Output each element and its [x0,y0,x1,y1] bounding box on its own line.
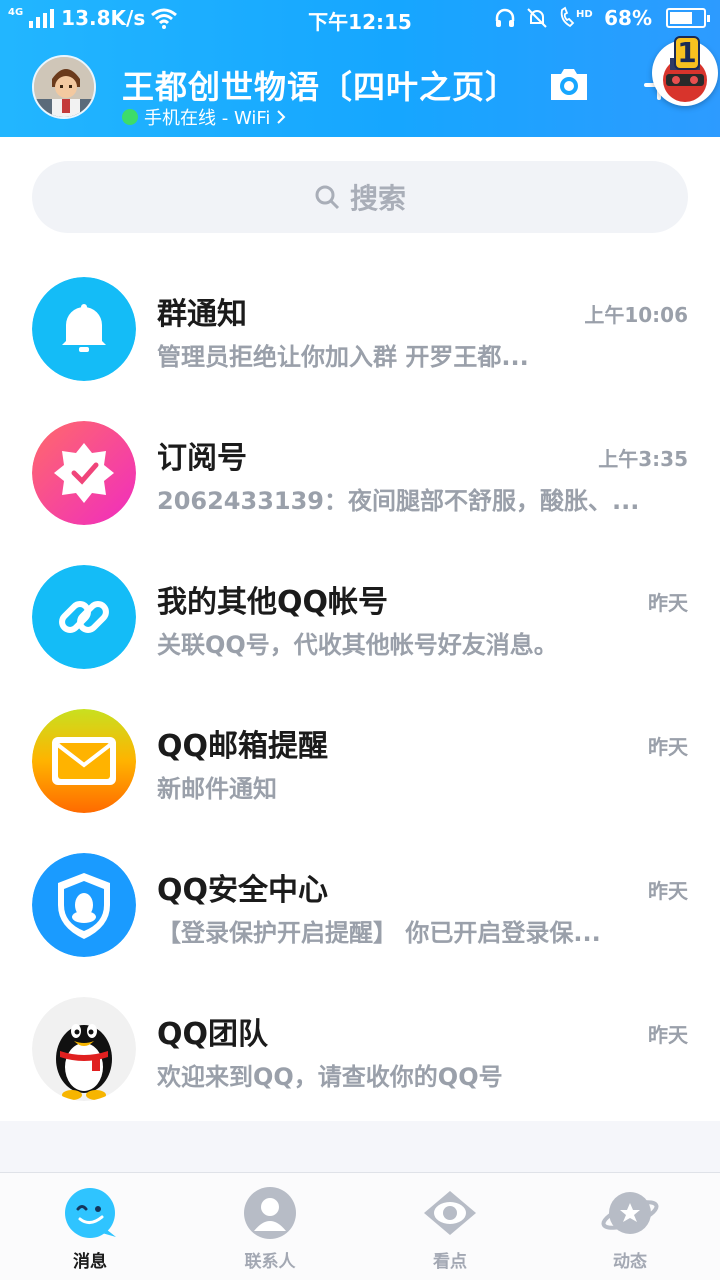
top-header: 4G 13.8K/s 下午12:15 HD 68% 王都创世物语〔四叶之页〕 手… [0,0,720,137]
tab-messages[interactable]: 消息 [30,1185,150,1272]
tab-label: 看点 [433,1252,467,1272]
game-badge-count: 1 [674,36,700,70]
penguin-icon [32,997,136,1101]
conversation-item-qq-team[interactable]: QQ团队 昨天 欢迎来到QQ，请查收你的QQ号 [0,997,720,1141]
conversation-preview: 【登录保护开启提醒】 你已开启登录保... [157,919,601,947]
conversation-item-group-notice[interactable]: 群通知 上午10:06 管理员拒绝让你加入群 开罗王都... [0,277,720,421]
tab-label: 联系人 [244,1252,296,1272]
conversation-preview: 管理员拒绝让你加入群 开罗王都... [157,343,529,371]
conversation-time: 昨天 [648,591,688,615]
profile-title-block[interactable]: 王都创世物语〔四叶之页〕 手机在线 - WiFi [122,62,519,129]
mail-icon [32,709,136,813]
conversation-item-security[interactable]: QQ安全中心 昨天 【登录保护开启提醒】 你已开启登录保... [0,853,720,997]
conversation-preview: 2062433139：夜间腿部不舒服，酸胀、... [157,487,640,515]
conversation-preview: 关联QQ号，代收其他帐号好友消息。 [157,631,558,659]
search-icon [315,185,340,210]
tab-contacts[interactable]: 联系人 [210,1185,330,1272]
message-icon [65,1188,116,1238]
conversation-time: 上午3:35 [598,447,688,471]
online-status[interactable]: 手机在线 - WiFi [122,104,286,130]
headset-icon [495,8,515,27]
battery-percent: 68% [604,6,652,30]
link-icon [32,565,136,669]
bottom-navigation: 消息 联系人 看点 动态 [0,1172,720,1280]
bell-icon [32,277,136,381]
conversation-preview: 欢迎来到QQ，请查收你的QQ号 [157,1063,503,1091]
conversation-preview: 新邮件通知 [157,775,277,803]
status-right: HD 68% [494,6,710,30]
online-status-label: 手机在线 - WiFi [144,108,271,129]
conversation-item-subscriptions[interactable]: 订阅号 上午3:35 2062433139：夜间腿部不舒服，酸胀、... [0,421,720,565]
conversation-item-other-accounts[interactable]: 我的其他QQ帐号 昨天 关联QQ号，代收其他帐号好友消息。 [0,565,720,709]
battery-icon [662,8,710,28]
conversation-time: 昨天 [648,1023,688,1047]
tab-label: 消息 [73,1252,107,1272]
search-placeholder: 搜索 [349,182,406,215]
conversation-item-mail[interactable]: QQ邮箱提醒 昨天 新邮件通知 [0,709,720,853]
online-dot-icon [122,109,138,125]
tab-discover[interactable]: 看点 [390,1185,510,1272]
conversation-name: QQ邮箱提醒 [157,729,329,764]
search-bar[interactable]: 搜索 [32,161,688,233]
avatar-image [34,57,94,117]
conversation-list: 群通知 上午10:06 管理员拒绝让你加入群 开罗王都... 订阅号 上午3:3… [0,277,720,1141]
conversation-name: 群通知 [157,297,247,332]
shield-icon [32,853,136,957]
conversation-name: 我的其他QQ帐号 [157,585,389,620]
conversation-name: QQ团队 [157,1017,269,1052]
planet-icon [601,1192,659,1234]
status-bar: 4G 13.8K/s 下午12:15 HD 68% [0,0,720,36]
contacts-icon [244,1187,296,1239]
eye-icon [424,1191,476,1235]
tab-feed[interactable]: 动态 [570,1185,690,1272]
user-avatar[interactable] [32,55,96,119]
conversation-time: 昨天 [648,879,688,903]
conversation-name: QQ安全中心 [157,873,329,908]
hd-label: HD [576,9,593,20]
subscription-badge-icon [32,421,136,525]
tab-label: 动态 [613,1252,647,1272]
page-title: 王都创世物语〔四叶之页〕 [122,68,519,106]
conversation-name: 订阅号 [157,441,247,476]
conversation-time: 上午10:06 [584,303,688,327]
chevron-right-icon [277,110,286,124]
message-list-area: 搜索 群通知 上午10:06 管理员拒绝让你加入群 开罗王都... 订阅号 上午… [0,137,720,1121]
camera-icon[interactable] [549,66,589,102]
hd-call-icon: HD [560,6,593,28]
mute-bell-icon [527,8,547,28]
conversation-time: 昨天 [648,735,688,759]
